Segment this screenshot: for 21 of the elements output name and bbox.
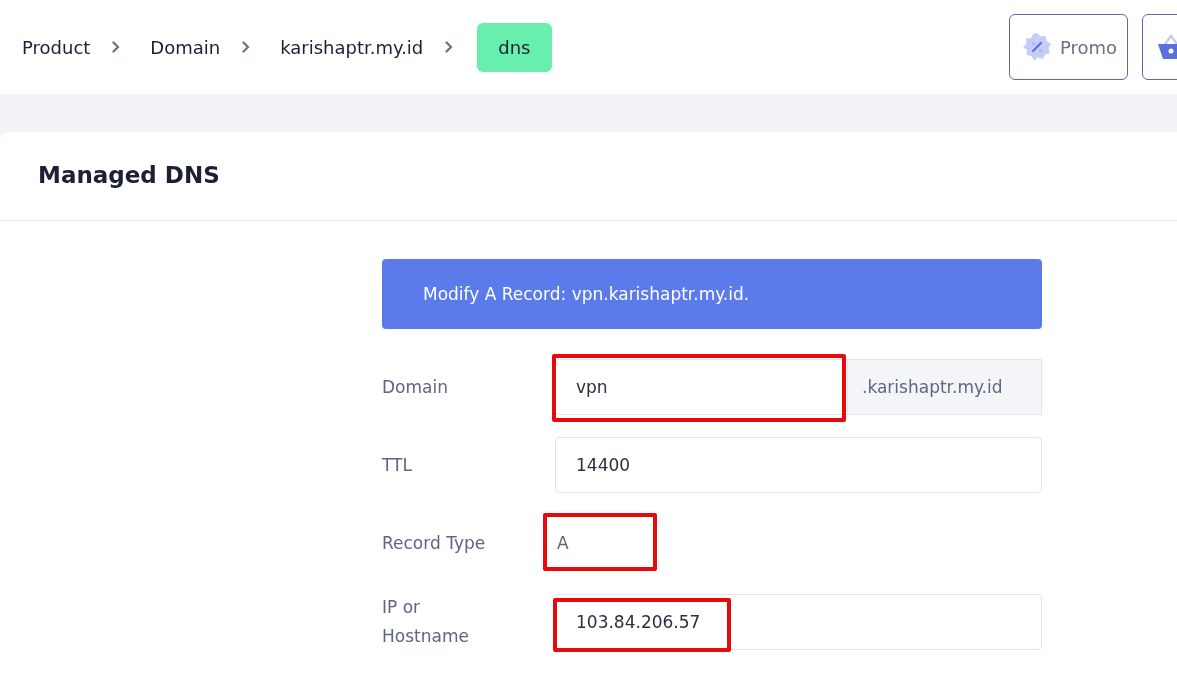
field-label: IP or Hostname xyxy=(382,596,470,648)
breadcrumb-link[interactable]: karishaptr.my.id xyxy=(280,22,424,72)
input-field[interactable]: 14400 xyxy=(555,437,1042,493)
field-label: Record Type xyxy=(382,531,487,555)
domain-suffix: .karishaptr.my.id xyxy=(848,359,1042,415)
input-field[interactable]: vpn xyxy=(555,359,848,415)
breadcrumb-link[interactable]: Product xyxy=(22,22,91,72)
field-label: Domain xyxy=(382,375,449,399)
chevron-right-icon xyxy=(242,41,251,53)
chevron-right-icon xyxy=(445,41,454,53)
record-type-value: A xyxy=(556,532,569,555)
promo-button[interactable]: Promo xyxy=(1008,14,1128,80)
info-alert: Modify A Record: vpn.karishaptr.my.id. xyxy=(382,259,1042,329)
breadcrumb-link[interactable]: Domain xyxy=(150,22,221,72)
basket-icon xyxy=(1156,32,1177,62)
chevron-right-icon xyxy=(112,41,121,53)
discount-badge-icon xyxy=(1021,32,1052,62)
breadcrumb-link[interactable]: dns xyxy=(477,22,552,72)
input-field[interactable]: 103.84.206.57 xyxy=(555,594,1042,650)
card-title: Managed DNS xyxy=(0,132,1177,221)
field-label: TTL xyxy=(382,453,413,477)
